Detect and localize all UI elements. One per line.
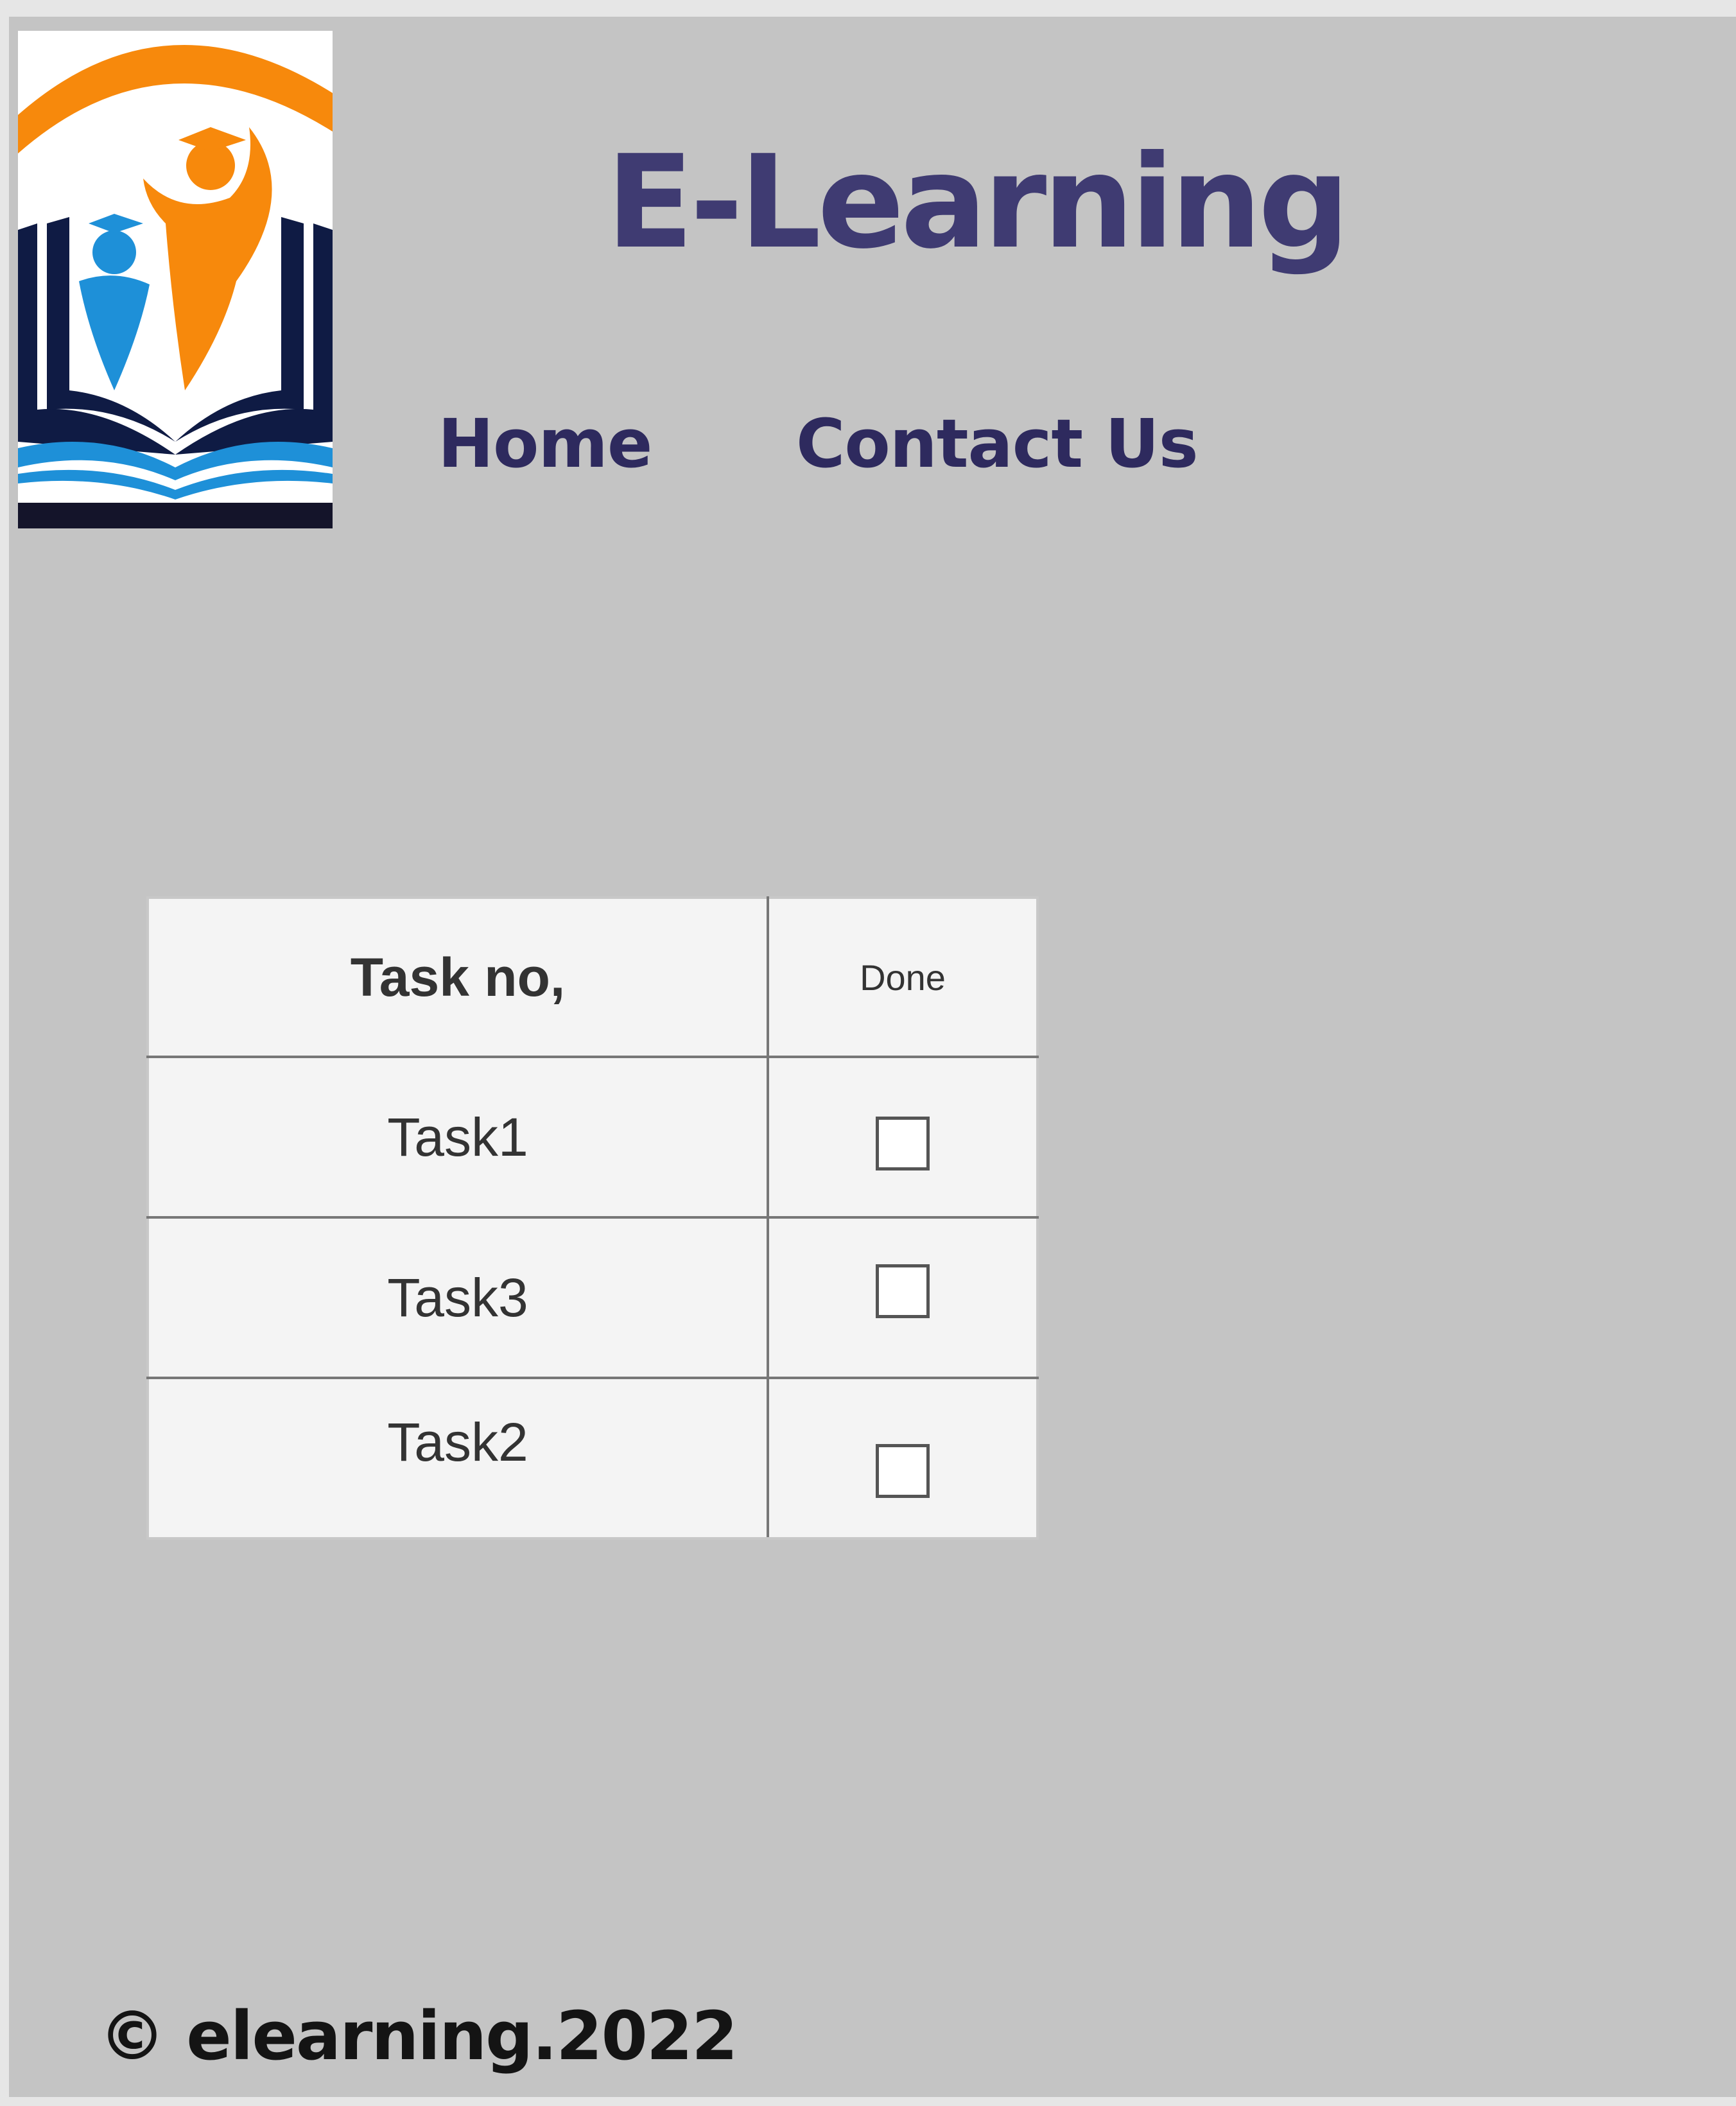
table-row: Task3 xyxy=(146,1216,1039,1379)
task-name-cell: Task2 xyxy=(146,1377,769,1540)
header-done: Done xyxy=(767,896,1039,1058)
done-checkbox[interactable] xyxy=(876,1264,930,1318)
done-cell xyxy=(767,1377,1039,1540)
done-cell xyxy=(767,1056,1039,1219)
task-name-cell: Task1 xyxy=(146,1056,769,1219)
task-name-cell: Task3 xyxy=(146,1216,769,1379)
nav-home-link[interactable]: Home xyxy=(438,402,652,485)
e-learning-logo[interactable] xyxy=(18,31,333,528)
nav-contact-us-link[interactable]: Contact Us xyxy=(796,402,1199,485)
page: E-Learning Home Contact Us Task no, Done… xyxy=(9,17,1736,2097)
table-row: Task2 xyxy=(146,1377,1039,1540)
table-row: Task1 xyxy=(146,1056,1039,1219)
footer-copyright: © elearning.2022 xyxy=(99,1997,738,2075)
site-title: E-Learning xyxy=(606,128,1350,277)
done-checkbox[interactable] xyxy=(876,1117,930,1170)
done-cell xyxy=(767,1216,1039,1379)
done-checkbox[interactable] xyxy=(876,1444,930,1498)
logo-graphic xyxy=(18,45,333,528)
task-table: Task no, Done Task1 Task3 Task2 xyxy=(146,896,1039,1540)
table-header-row: Task no, Done xyxy=(146,896,1039,1058)
header-task-no: Task no, xyxy=(146,896,769,1058)
